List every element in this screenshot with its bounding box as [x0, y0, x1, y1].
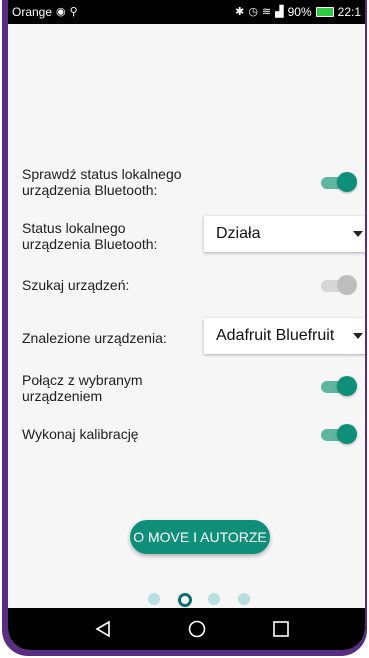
page-dot[interactable]: [208, 593, 220, 605]
check-status-toggle[interactable]: [317, 172, 357, 192]
chevron-down-icon: [353, 333, 363, 339]
chevron-down-icon: [353, 231, 363, 237]
page-dot[interactable]: [238, 593, 250, 605]
wifi-icon: ≋: [261, 6, 272, 18]
screen: Orange ◉ ⚲ ✱ ◷ ≋ ▟ 90% 22:1 Sprawdź stat…: [8, 0, 365, 650]
about-button[interactable]: O MOVE I AUTORZE: [130, 520, 270, 554]
battery-percent: 90%: [287, 5, 312, 19]
signal-icon: ▟: [275, 6, 284, 18]
setting-row-search: Szukaj urządzeń:: [22, 275, 365, 295]
connect-label: Połącz z wybranym urządzeniem: [22, 372, 143, 404]
toggle-thumb: [337, 424, 357, 444]
search-devices-label: Szukaj urządzeń:: [22, 277, 130, 293]
back-icon[interactable]: [93, 619, 113, 639]
setting-row-connect: Połącz z wybranym urządzeniem: [22, 372, 365, 404]
clock: 22:1: [337, 5, 361, 19]
toggle-thumb: [337, 376, 357, 396]
check-status-label: Sprawdź status lokalnego urządzenia Blue…: [22, 166, 182, 198]
toggle-thumb: [337, 172, 357, 192]
spotify-icon: ◉: [56, 6, 66, 18]
alarm-icon: ◷: [248, 6, 258, 18]
phone-frame: Orange ◉ ⚲ ✱ ◷ ≋ ▟ 90% 22:1 Sprawdź stat…: [2, 0, 367, 656]
search-devices-toggle[interactable]: [317, 275, 357, 295]
local-status-label: Status lokalnego urządzenia Bluetooth:: [22, 220, 158, 252]
search-icon: ⚲: [69, 6, 78, 18]
page-dot-active[interactable]: [178, 593, 192, 607]
toggle-thumb: [337, 275, 357, 295]
battery-icon: [315, 7, 334, 17]
found-devices-value: Adafruit Bluefruit: [216, 327, 335, 344]
navigation-bar: [8, 608, 365, 650]
local-status-value: Działa: [216, 225, 261, 242]
carrier-label: Orange: [12, 5, 53, 19]
local-status-dropdown[interactable]: Działa: [204, 216, 365, 252]
page-indicator: [8, 593, 365, 609]
calibration-toggle[interactable]: [317, 424, 357, 444]
page-dot[interactable]: [148, 593, 160, 605]
setting-row-calibration: Wykonaj kalibrację: [22, 424, 365, 444]
recent-apps-icon[interactable]: [271, 619, 291, 639]
home-icon[interactable]: [187, 619, 207, 639]
setting-row-check-status: Sprawdź status lokalnego urządzenia Blue…: [22, 166, 365, 198]
bluetooth-icon: ✱: [235, 6, 245, 18]
connect-toggle[interactable]: [317, 376, 357, 396]
status-bar: Orange ◉ ⚲ ✱ ◷ ≋ ▟ 90% 22:1: [8, 0, 365, 24]
found-devices-dropdown[interactable]: Adafruit Bluefruit: [204, 318, 365, 354]
calibration-label: Wykonaj kalibrację: [22, 426, 139, 442]
